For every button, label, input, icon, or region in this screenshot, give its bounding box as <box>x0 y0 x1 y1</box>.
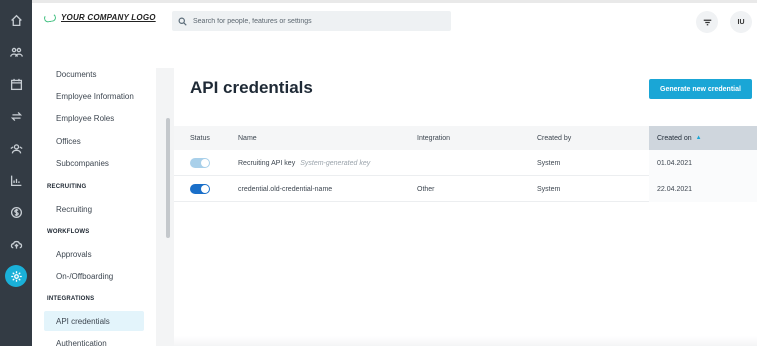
column-header-name[interactable]: Name <box>238 126 257 150</box>
calendar-icon[interactable] <box>6 74 26 94</box>
top-bar: YOUR COMPANY LOGO IU <box>32 0 757 40</box>
home-icon[interactable] <box>6 10 26 30</box>
sidebar-scrollbar-track[interactable] <box>156 68 174 346</box>
sync-icon[interactable] <box>6 106 26 126</box>
status-cell <box>190 150 210 176</box>
sidebar-item-offices[interactable]: Offices <box>44 131 144 151</box>
chart-icon[interactable] <box>6 170 26 190</box>
column-header-created-on[interactable]: Created on ▲ <box>649 126 757 150</box>
search-icon <box>178 17 187 26</box>
section-header-workflows: WORKFLOWS <box>47 229 90 235</box>
sidebar-item-api-credentials[interactable]: API credentials <box>44 311 144 331</box>
logo-mark-icon <box>43 12 57 23</box>
status-cell <box>190 176 210 202</box>
column-header-created-on-label: Created on <box>657 134 692 142</box>
group-icon[interactable] <box>6 138 26 158</box>
generate-credential-button[interactable]: Generate new credential <box>649 79 752 99</box>
page-title: API credentials <box>190 78 313 97</box>
created-on-cell: 22.04.2021 <box>649 176 757 202</box>
sidebar-item-recruiting[interactable]: Recruiting <box>44 199 144 219</box>
credential-name: Recruiting API key <box>238 159 296 167</box>
column-header-created-by[interactable]: Created by <box>537 126 571 150</box>
column-header-status[interactable]: Status <box>190 126 210 150</box>
created-by-cell: System <box>537 185 561 193</box>
table-row[interactable]: Recruiting API key System-generated key … <box>174 150 757 176</box>
settings-sidebar: Documents Employee Information Employee … <box>32 40 172 346</box>
app-window: YOUR COMPANY LOGO IU Documents Employee … <box>0 0 757 346</box>
sort-ascending-icon: ▲ <box>695 135 702 141</box>
created-by-cell: System <box>537 159 561 167</box>
bottom-fade <box>174 336 757 346</box>
cloud-upload-icon[interactable] <box>6 234 26 254</box>
dollar-icon[interactable] <box>6 202 26 222</box>
logo-text: YOUR COMPANY LOGO <box>61 13 156 22</box>
company-logo[interactable]: YOUR COMPANY LOGO <box>43 12 156 23</box>
sidebar-item-employee-roles[interactable]: Employee Roles <box>44 108 144 128</box>
column-header-integration[interactable]: Integration <box>417 126 450 150</box>
status-toggle[interactable] <box>190 184 210 194</box>
user-avatar-button[interactable]: IU <box>730 11 752 33</box>
settings-icon[interactable] <box>5 265 27 287</box>
search-bar[interactable] <box>172 11 451 31</box>
name-cell: credential.old-credential-name <box>238 185 333 193</box>
section-header-integrations: INTEGRATIONS <box>47 296 95 302</box>
sidebar-item-approvals[interactable]: Approvals <box>44 244 144 264</box>
left-rail <box>0 0 32 346</box>
table-row[interactable]: credential.old-credential-name Other Sys… <box>174 176 757 202</box>
sidebar-item-onboarding-offboarding[interactable]: On-/Offboarding <box>44 266 144 286</box>
search-input[interactable] <box>193 17 433 25</box>
table-header: Status Name Integration Created by Creat… <box>174 126 757 150</box>
system-generated-note: System-generated key <box>300 159 371 167</box>
status-toggle-locked <box>190 158 210 168</box>
sidebar-item-documents[interactable]: Documents <box>44 64 144 84</box>
sidebar-scrollbar-thumb[interactable] <box>166 118 170 238</box>
created-on-cell: 01.04.2021 <box>649 150 757 176</box>
sidebar-item-employee-information[interactable]: Employee Information <box>44 86 144 106</box>
section-header-recruiting: RECRUITING <box>47 184 87 190</box>
filter-menu-button[interactable] <box>696 11 718 33</box>
filter-icon <box>703 19 711 25</box>
sidebar-item-authentication[interactable]: Authentication <box>44 333 144 346</box>
name-cell: Recruiting API key System-generated key <box>238 150 370 176</box>
integration-cell: Other <box>417 185 435 193</box>
sidebar-item-subcompanies[interactable]: Subcompanies <box>44 153 144 173</box>
main-content: API credentials Generate new credential … <box>174 40 757 346</box>
people-icon[interactable] <box>6 42 26 62</box>
